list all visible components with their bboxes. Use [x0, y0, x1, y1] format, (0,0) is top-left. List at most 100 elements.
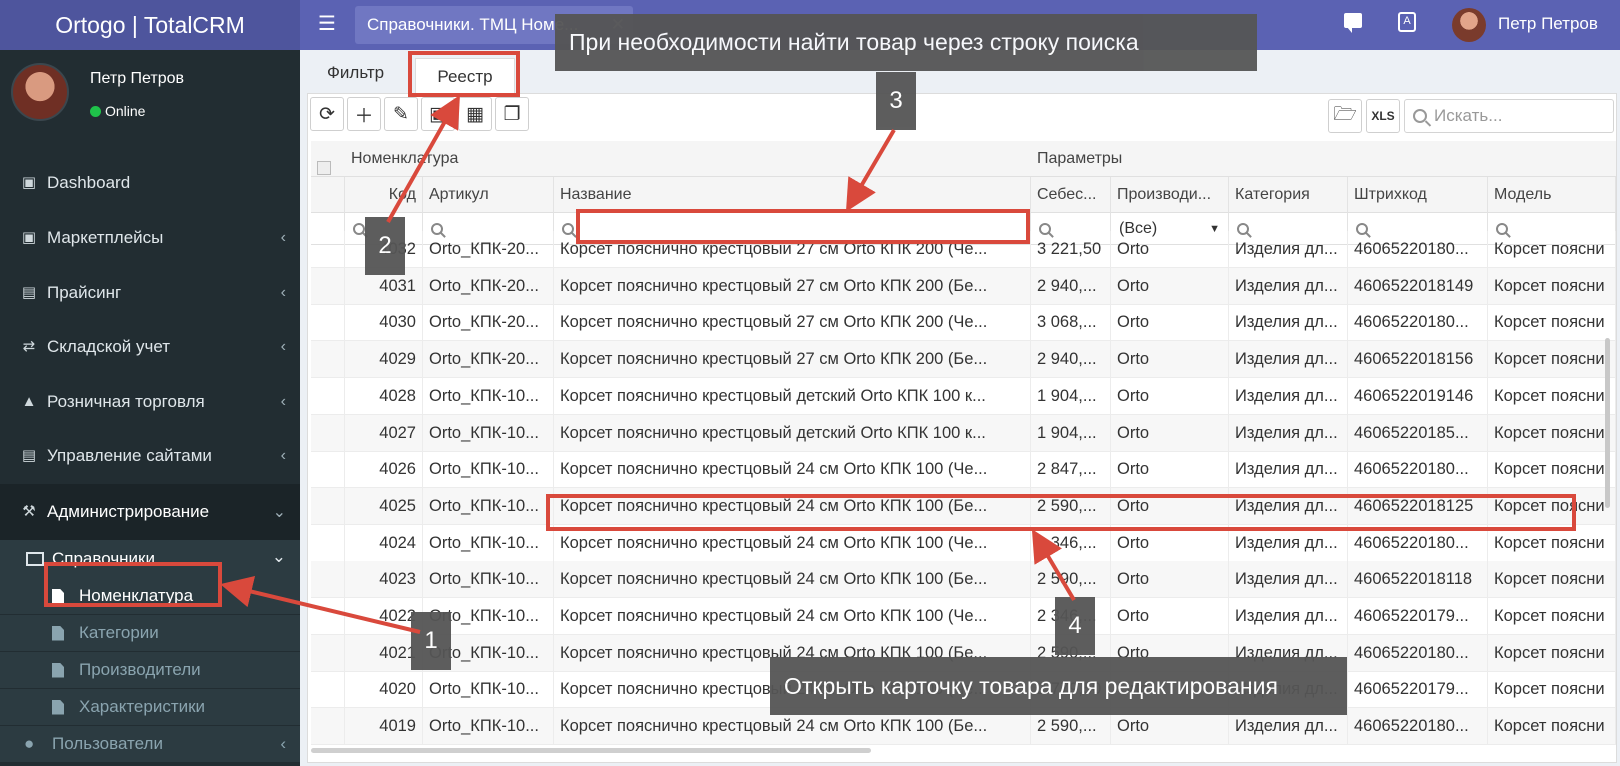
add-button[interactable]: ＋ [347, 97, 381, 131]
select-all-checkbox[interactable] [317, 161, 331, 175]
table-row[interactable]: 4031 Orto_КПК-20... Корсет пояснично крест… [311, 267, 1616, 305]
cell-article: Orto_КПК-10... [423, 414, 554, 452]
table-row[interactable]: 4026 Orto_КПК-10... Корсет пояснично крест… [311, 451, 1616, 489]
badge-3: 3 [876, 72, 916, 130]
row-selector[interactable] [311, 487, 345, 525]
row-selector[interactable] [311, 524, 345, 562]
column-header-name[interactable]: Название [554, 177, 1031, 213]
row-selector[interactable] [311, 267, 345, 305]
cell-model: Корсет поясни [1488, 634, 1616, 672]
sidebar-item-characteristics[interactable]: Характеристики [0, 689, 300, 725]
cell-barcode: 4606522018149 [1348, 267, 1488, 305]
columns-button[interactable]: ▦ [458, 97, 492, 131]
row-selector[interactable] [311, 451, 345, 489]
row-selector[interactable] [311, 634, 345, 672]
lock-button[interactable]: ▣ [421, 97, 455, 131]
table-row[interactable]: 4028 Orto_КПК-10... Корсет пояснично крест… [311, 377, 1616, 415]
column-header-category[interactable]: Категория [1229, 177, 1348, 213]
cell-category: Изделия дл... [1229, 341, 1348, 379]
table-row[interactable]: 4022 Orto_КПК-10... Корсет пояснично крест… [311, 598, 1616, 635]
table-row[interactable]: 4023 Orto_КПК-10... Корсет пояснично крест… [311, 561, 1616, 599]
row-selector[interactable] [311, 377, 345, 415]
column-header-code[interactable]: Код [345, 177, 423, 213]
table-row[interactable]: 4027 Orto_КПК-10... Корсет пояснично крест… [311, 414, 1616, 452]
grid-corner [311, 141, 345, 177]
open-folder-button[interactable]: 🗁 [1328, 99, 1362, 133]
table-row[interactable]: 4029 Orto_КПК-20... Корсет пояснично крест… [311, 341, 1616, 379]
translate-icon[interactable]: A [1398, 12, 1416, 32]
export-excel-button[interactable]: XLS [1366, 99, 1400, 133]
sidebar-item-label: Управление сайтами [47, 446, 212, 465]
copy-button[interactable]: ❐ [495, 97, 529, 131]
row-selector[interactable] [311, 561, 345, 599]
sidebar-item-users[interactable]: ● Пользователи ‹ [0, 726, 300, 762]
credit-card-icon: ▤ [21, 284, 37, 301]
sidebar-item-retail[interactable]: ▲ Розничная торговля ‹ [0, 376, 300, 428]
chevron-left-icon: ‹ [280, 393, 286, 410]
chevron-down-icon: ⌄ [271, 547, 286, 566]
sidebar-item-marketplaces[interactable]: ▣ Маркетплейсы ‹ [0, 212, 300, 264]
brand-logo[interactable]: Ortogo | TotalCRM [0, 0, 300, 50]
sidebar-item-manufacturers[interactable]: Производители [0, 652, 300, 688]
row-selector[interactable] [311, 598, 345, 635]
file-icon [52, 699, 64, 715]
sidebar-item-label: Администрирование [47, 502, 210, 521]
chevron-left-icon: ‹ [280, 284, 286, 301]
badge-2: 2 [365, 217, 405, 275]
refresh-button[interactable]: ⟳ [310, 97, 344, 131]
row-selector[interactable] [311, 414, 345, 452]
column-header-barcode[interactable]: Штрихкод [1348, 177, 1488, 213]
search-placeholder: Искать... [1434, 106, 1503, 125]
sidebar-item-administration[interactable]: ⚒ Администрирование ⌄ [0, 484, 300, 540]
column-header-model[interactable]: Модель [1488, 177, 1616, 213]
highlight-nomenclature-item [44, 562, 222, 607]
cell-manufacturer: Orto [1111, 304, 1229, 342]
folder-open-icon: 🗁 [1333, 104, 1357, 125]
row-selector[interactable] [311, 304, 345, 342]
bank-icon: ▲ [21, 393, 37, 410]
edit-button[interactable]: ✎ [384, 97, 418, 131]
cell-code: 4020 [345, 671, 423, 709]
cell-category: Изделия дл... [1229, 451, 1348, 489]
tab-filter[interactable]: Фильтр [327, 63, 384, 83]
cell-model: Корсет поясни [1488, 414, 1616, 452]
file-icon [52, 625, 64, 641]
sidebar-item-warehouse[interactable]: ⇄ Складской учет ‹ [0, 321, 300, 373]
cell-code: 4019 [345, 708, 423, 746]
excel-icon: XLS [1371, 109, 1395, 123]
cell-article: Orto_КПК-20... [423, 267, 554, 305]
row-selector[interactable] [311, 231, 345, 268]
horizontal-scrollbar[interactable] [311, 748, 871, 753]
cell-code: 4028 [345, 377, 423, 415]
chevron-left-icon: ‹ [280, 447, 286, 464]
search-icon [1413, 109, 1427, 123]
chat-icon[interactable] [1344, 13, 1362, 33]
cell-name: Корсет пояснично крестцовый 24 см Orto К… [554, 561, 1031, 599]
chevron-left-icon: ‹ [280, 229, 286, 246]
column-header-cost[interactable]: Себес... [1031, 177, 1111, 213]
sidebar: Петр Петров Online ▣ Dashboard ▣ Маркетп… [0, 50, 300, 766]
cell-article: Orto_КПК-10... [423, 377, 554, 415]
row-selector[interactable] [311, 708, 345, 746]
cell-barcode: 46065220180... [1348, 304, 1488, 342]
sidebar-item-categories[interactable]: Категории [0, 615, 300, 651]
cell-cost: 2 847,... [1031, 451, 1111, 489]
cell-cost: 2 940,... [1031, 267, 1111, 305]
column-header-article[interactable]: Артикул [423, 177, 554, 213]
cell-category: Изделия дл... [1229, 231, 1348, 268]
hamburger-menu-icon[interactable]: ☰ [318, 13, 336, 35]
column-header-manufacturer[interactable]: Производи... [1111, 177, 1229, 213]
plus-icon: ＋ [354, 105, 374, 127]
user-avatar[interactable] [1452, 8, 1486, 42]
vertical-scrollbar[interactable] [1605, 338, 1610, 508]
top-user-name[interactable]: Петр Петров [1498, 14, 1598, 34]
sidebar-item-pricing[interactable]: ▤ Прайсинг ‹ [0, 267, 300, 319]
sidebar-item-sites[interactable]: ▤ Управление сайтами ‹ [0, 430, 300, 482]
search-input[interactable]: Искать... [1404, 99, 1614, 133]
row-selector[interactable] [311, 341, 345, 379]
row-selector[interactable] [311, 671, 345, 709]
sidebar-item-dashboard[interactable]: ▣ Dashboard [0, 157, 300, 209]
table-row[interactable]: 4030 Orto_КПК-20... Корсет пояснично крест… [311, 304, 1616, 342]
cell-model: Корсет поясни [1488, 671, 1616, 709]
cell-barcode: 46065220180... [1348, 634, 1488, 672]
